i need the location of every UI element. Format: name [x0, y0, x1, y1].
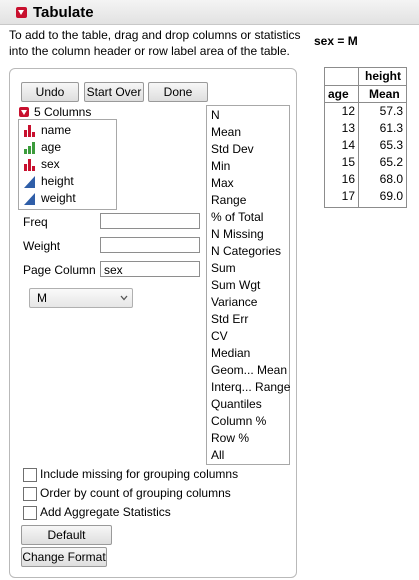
page-column-label: Page Column	[23, 263, 96, 277]
statistic-item[interactable]: CV	[211, 328, 228, 345]
columns-menu-icon[interactable]	[19, 107, 29, 117]
column-label: sex	[41, 157, 60, 171]
page-title: Tabulate	[33, 4, 94, 21]
order-by-count-label: Order by count of grouping columns	[40, 486, 231, 500]
order-by-count-checkbox[interactable]	[23, 487, 37, 501]
nominal-icon	[24, 159, 35, 171]
statistic-item[interactable]: Column %	[211, 413, 266, 430]
statistic-item[interactable]: Variance	[211, 294, 257, 311]
where-clause-label: sex = M	[314, 34, 358, 48]
table-cell-age: 15	[341, 155, 355, 169]
columns-list: name age sex height weight	[18, 119, 117, 210]
table-cell-mean: 65.2	[379, 155, 403, 169]
undo-button[interactable]: Undo	[21, 82, 79, 102]
statistic-item[interactable]: Range	[211, 192, 246, 209]
weight-label: Weight	[23, 239, 61, 253]
weight-field[interactable]	[100, 237, 200, 253]
statistic-item[interactable]: N	[211, 107, 220, 124]
done-button[interactable]: Done	[148, 82, 208, 102]
table-cell-mean: 65.3	[379, 138, 403, 152]
table-header-line	[325, 102, 406, 103]
column-label: age	[41, 140, 62, 154]
ordinal-icon	[24, 142, 35, 154]
table-divider	[358, 68, 359, 207]
statistic-item[interactable]: % of Total	[211, 209, 263, 226]
statistic-item[interactable]: Median	[211, 345, 250, 362]
statistic-item[interactable]: Max	[211, 175, 234, 192]
red-triangle-menu-icon[interactable]	[16, 7, 27, 18]
statistic-item[interactable]: Std Err	[211, 311, 248, 328]
instructions-text: To add to the table, drag and drop colum…	[9, 28, 301, 58]
nominal-icon	[24, 125, 35, 137]
result-table: height age Mean 12 57.3 13 61.3 14 65.3 15 65.2…	[324, 67, 407, 208]
table-cell-age: 16	[341, 172, 355, 186]
table-cell-age: 12	[341, 104, 355, 118]
statistic-item[interactable]: N Categories	[211, 243, 281, 260]
statistic-item[interactable]: Std Dev	[211, 141, 254, 158]
column-label: weight	[41, 191, 76, 205]
table-cell-mean: 57.3	[379, 104, 403, 118]
table-cell-mean: 68.0	[379, 172, 403, 186]
statistic-item[interactable]: Mean	[211, 124, 241, 141]
statistic-item[interactable]: Geom... Mean	[211, 362, 287, 379]
statistic-item[interactable]: Min	[211, 158, 230, 175]
aggregate-stats-label: Add Aggregate Statistics	[40, 505, 171, 519]
aggregate-stats-checkbox[interactable]	[23, 506, 37, 520]
statistic-item[interactable]: Quantiles	[211, 396, 262, 413]
table-stat-header: Mean	[369, 87, 400, 101]
start-over-button[interactable]: Start Over	[84, 82, 144, 102]
default-statistics-button[interactable]: Default Statistics	[21, 525, 112, 560]
statistic-item[interactable]: N Missing	[211, 226, 264, 243]
include-missing-checkbox[interactable]	[23, 468, 37, 482]
statistics-list: N Mean Std Dev Min Max Range% of Total N Missi…	[206, 105, 290, 465]
page-select-value: M	[37, 291, 47, 305]
include-missing-label: Include missing for grouping columns	[40, 467, 239, 481]
column-label: height	[41, 174, 74, 188]
statistic-item[interactable]: All	[211, 447, 224, 464]
table-cell-age: 13	[341, 121, 355, 135]
control-panel: Undo Start Over Done 5 Columns name age …	[9, 68, 297, 578]
column-label: name	[41, 123, 72, 137]
columns-header: 5 Columns	[34, 105, 92, 119]
statistic-item[interactable]: Row %	[211, 430, 249, 447]
statistic-item[interactable]: Sum	[211, 260, 236, 277]
table-cell-age: 14	[341, 138, 355, 152]
page-value-select[interactable]: M	[29, 288, 133, 308]
continuous-icon	[24, 176, 35, 188]
table-row-header: age	[328, 87, 349, 101]
table-cell-age: 17	[341, 189, 355, 203]
freq-label: Freq	[23, 215, 48, 229]
table-cell-mean: 61.3	[379, 121, 403, 135]
table-col-header: height	[365, 69, 401, 83]
page-column-field[interactable]: sex	[100, 261, 200, 277]
tabulate-header: Tabulate	[0, 0, 419, 25]
statistic-item[interactable]: Interq... Range	[211, 379, 290, 396]
change-format-button[interactable]: Change Format	[21, 547, 107, 567]
statistic-item[interactable]: Sum Wgt	[211, 277, 260, 294]
chevron-down-icon	[120, 295, 128, 301]
continuous-icon	[24, 193, 35, 205]
table-cell-mean: 69.0	[379, 189, 403, 203]
freq-field[interactable]	[100, 213, 200, 229]
